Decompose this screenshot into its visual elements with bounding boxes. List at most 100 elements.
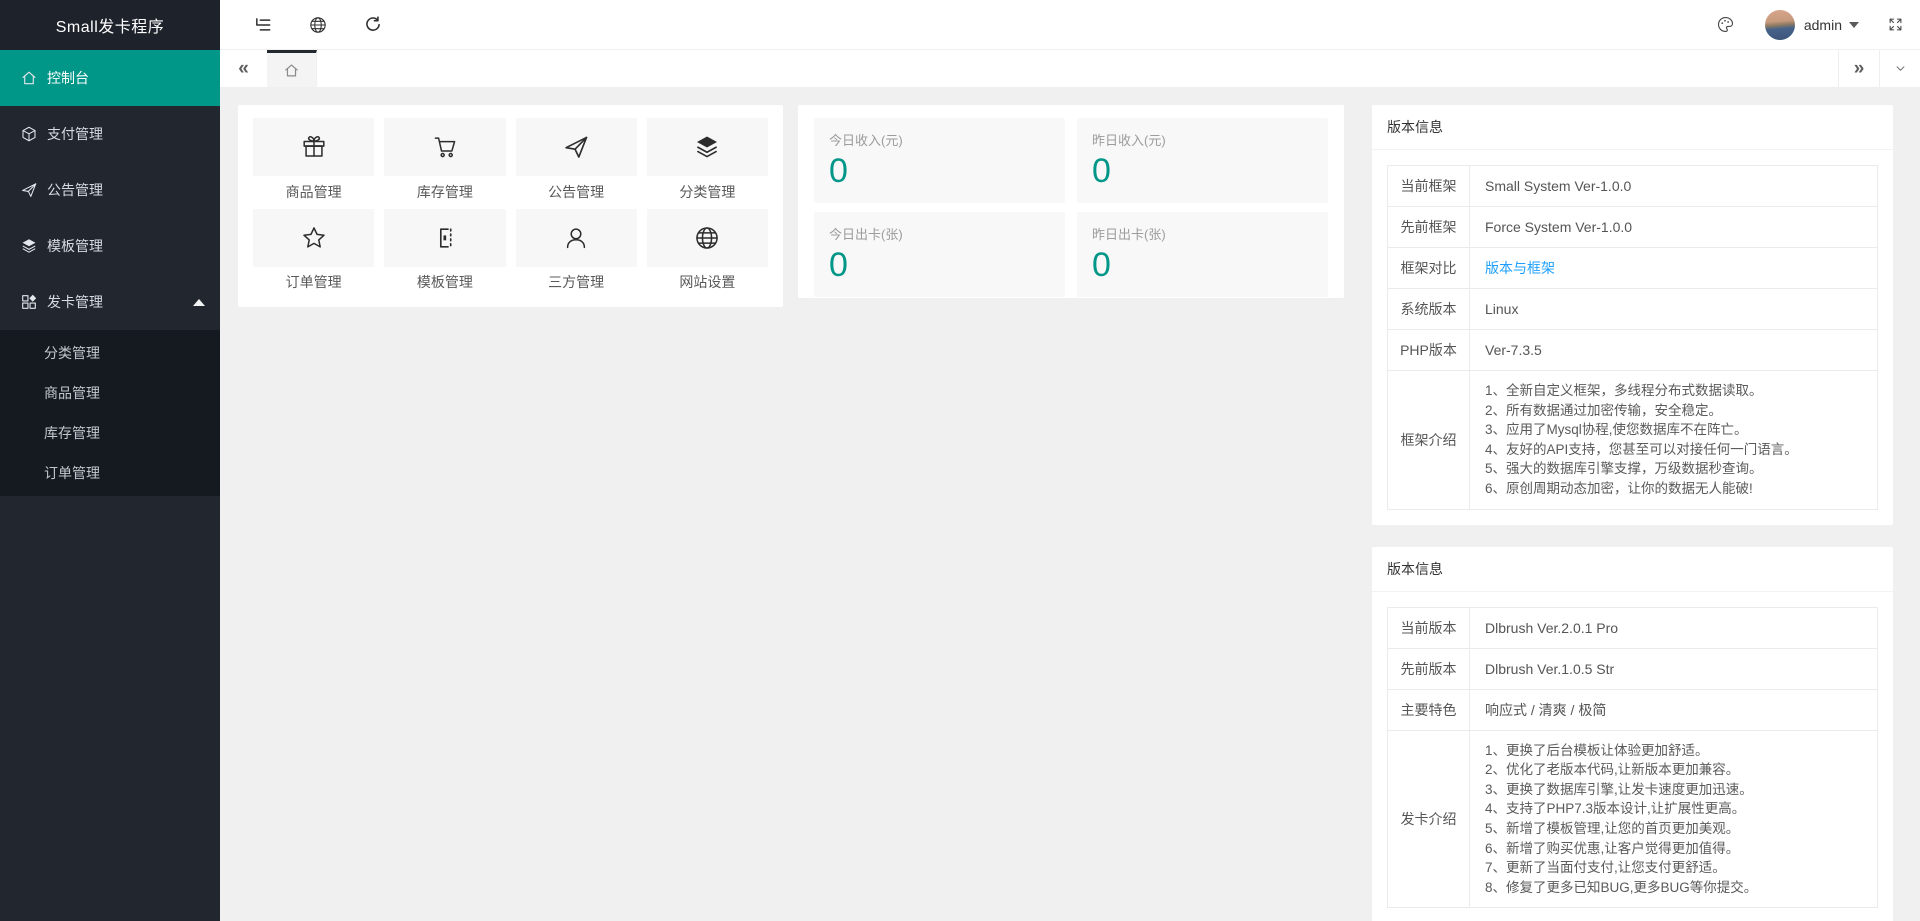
sidebar-subitem-inventory[interactable]: 库存管理 bbox=[0, 413, 220, 453]
gift-icon bbox=[300, 133, 328, 161]
intro-line: 8、修复了更多已知BUG,更多BUG等你提交。 bbox=[1485, 878, 1862, 898]
panel-body: 当前框架Small System Ver-1.0.0先前框架Force Syst… bbox=[1372, 150, 1893, 525]
table-row: 先前版本Dlbrush Ver.1.0.5 Str bbox=[1388, 648, 1878, 689]
row-value: 1、全新自定义框架，多线程分布式数据读取。2、所有数据通过加密传输，安全稳定。3… bbox=[1470, 371, 1878, 510]
shortcut-site-settings-button[interactable] bbox=[647, 209, 768, 267]
row-label: 框架介绍 bbox=[1388, 371, 1470, 510]
shortcut-product: 商品管理 bbox=[253, 118, 374, 209]
shortcut-third-party: 三方管理 bbox=[516, 209, 637, 300]
intro-line: 1、更换了后台模板让体验更加舒适。 bbox=[1485, 741, 1862, 761]
shortcut-third-party-button[interactable] bbox=[516, 209, 637, 267]
shortcut-label: 三方管理 bbox=[548, 267, 604, 298]
tab-options-chevron-icon[interactable] bbox=[1879, 50, 1920, 87]
sidebar-item-label: 支付管理 bbox=[47, 124, 103, 144]
row-label: 框架对比 bbox=[1388, 248, 1470, 289]
row-label: 先前版本 bbox=[1388, 648, 1470, 689]
shortcut-template-button[interactable] bbox=[384, 209, 505, 267]
intro-line: 5、强大的数据库引擎支撑，万级数据秒查询。 bbox=[1485, 459, 1862, 479]
sidebar-item-console[interactable]: 控制台 bbox=[0, 50, 220, 106]
theme-palette-icon[interactable] bbox=[1716, 15, 1735, 34]
scroll-tabs-right-icon[interactable]: » bbox=[1838, 50, 1879, 87]
row-label: 系统版本 bbox=[1388, 289, 1470, 330]
table-row: 当前版本Dlbrush Ver.2.0.1 Pro bbox=[1388, 607, 1878, 648]
table-row: 框架对比版本与框架 bbox=[1388, 248, 1878, 289]
collapse-menu-icon[interactable] bbox=[251, 13, 275, 37]
app-grid-icon bbox=[20, 293, 38, 311]
layers-icon bbox=[20, 237, 38, 255]
shortcuts-card: 商品管理 库存管理 公告管理 分类管理订单管理 模板管理 三方管理 网站设置 bbox=[238, 105, 783, 307]
sidebar-item-label: 公告管理 bbox=[47, 180, 103, 200]
sidebar-item-label: 模板管理 bbox=[47, 236, 103, 256]
main-column: admin « » 商品管理 库存管理 公告管理 分类管理订单管理 模板管理 三方管理 网站… bbox=[220, 0, 1920, 921]
table-row: 框架介绍1、全新自定义框架，多线程分布式数据读取。2、所有数据通过加密传输，安全… bbox=[1388, 371, 1878, 510]
shortcut-label: 订单管理 bbox=[286, 267, 342, 298]
sidebar: Small发卡程序 控制台支付管理公告管理模板管理发卡管理分类管理商品管理库存管… bbox=[0, 0, 220, 921]
version-table: 当前框架Small System Ver-1.0.0先前框架Force Syst… bbox=[1387, 165, 1878, 510]
home-icon bbox=[20, 69, 38, 87]
table-row: 先前框架Force System Ver-1.0.0 bbox=[1388, 207, 1878, 248]
sidebar-item-announcement[interactable]: 公告管理 bbox=[0, 162, 220, 218]
shortcut-announcement: 公告管理 bbox=[516, 118, 637, 209]
row-value: 响应式 / 清爽 / 极简 bbox=[1470, 689, 1878, 730]
row-value: Dlbrush Ver.2.0.1 Pro bbox=[1470, 607, 1878, 648]
shortcut-label: 库存管理 bbox=[417, 176, 473, 207]
cart-icon bbox=[431, 133, 459, 161]
stats-card: 今日收入(元)0昨日收入(元)0今日出卡(张)0昨日出卡(张)0 bbox=[798, 105, 1344, 298]
shortcut-order-button[interactable] bbox=[253, 209, 374, 267]
stat-value: 0 bbox=[1092, 152, 1313, 191]
shortcut-label: 商品管理 bbox=[286, 176, 342, 207]
version-panel-2: 版本信息当前版本Dlbrush Ver.2.0.1 Pro先前版本Dlbrush… bbox=[1372, 547, 1893, 921]
row-label: 主要特色 bbox=[1388, 689, 1470, 730]
row-label: 当前框架 bbox=[1388, 166, 1470, 207]
shortcut-inventory-button[interactable] bbox=[384, 118, 505, 176]
refresh-icon[interactable] bbox=[361, 13, 385, 37]
sidebar-item-template[interactable]: 模板管理 bbox=[0, 218, 220, 274]
shortcut-site-settings: 网站设置 bbox=[647, 209, 768, 300]
shortcut-label: 模板管理 bbox=[417, 267, 473, 298]
scroll-tabs-left-icon[interactable]: « bbox=[220, 50, 267, 87]
intro-line: 7、更新了当面付支付,让您支付更舒适。 bbox=[1485, 858, 1862, 878]
version-panel-1: 版本信息当前框架Small System Ver-1.0.0先前框架Force … bbox=[1372, 105, 1893, 525]
sidebar-item-payment[interactable]: 支付管理 bbox=[0, 106, 220, 162]
intro-line: 6、新增了购买优惠,让客户觉得更加值得。 bbox=[1485, 839, 1862, 859]
sidebar-subitem-product[interactable]: 商品管理 bbox=[0, 373, 220, 413]
stat-box: 昨日收入(元)0 bbox=[1077, 118, 1328, 203]
shortcut-category: 分类管理 bbox=[647, 118, 768, 209]
table-row: 系统版本Linux bbox=[1388, 289, 1878, 330]
stat-box: 今日收入(元)0 bbox=[814, 118, 1065, 203]
shortcut-label: 公告管理 bbox=[548, 176, 604, 207]
user-icon bbox=[562, 224, 590, 252]
shortcut-template: 模板管理 bbox=[384, 209, 505, 300]
version-compare-link[interactable]: 版本与框架 bbox=[1485, 260, 1555, 276]
sidebar-item-label: 发卡管理 bbox=[47, 292, 103, 312]
star-icon bbox=[300, 224, 328, 252]
intro-line: 3、更换了数据库引擎,让发卡速度更加迅速。 bbox=[1485, 780, 1862, 800]
stat-value: 0 bbox=[1092, 246, 1313, 285]
sidebar-subitem-order[interactable]: 订单管理 bbox=[0, 453, 220, 493]
tabbar-right: » bbox=[1838, 50, 1920, 87]
sidebar-item-card-issuing[interactable]: 发卡管理 bbox=[0, 274, 220, 330]
table-row: 主要特色响应式 / 清爽 / 极简 bbox=[1388, 689, 1878, 730]
chevron-down-icon[interactable] bbox=[1849, 22, 1859, 28]
panel-title: 版本信息 bbox=[1372, 105, 1893, 150]
shortcut-inventory: 库存管理 bbox=[384, 118, 505, 209]
row-value: Dlbrush Ver.1.0.5 Str bbox=[1470, 648, 1878, 689]
stat-label: 今日收入(元) bbox=[829, 130, 1050, 149]
row-value: Force System Ver-1.0.0 bbox=[1470, 207, 1878, 248]
stat-value: 0 bbox=[829, 246, 1050, 285]
stat-label: 今日出卡(张) bbox=[829, 224, 1050, 243]
table-row: 当前框架Small System Ver-1.0.0 bbox=[1388, 166, 1878, 207]
sidebar-subitem-category[interactable]: 分类管理 bbox=[0, 333, 220, 373]
shortcut-label: 分类管理 bbox=[679, 176, 735, 207]
username[interactable]: admin bbox=[1804, 17, 1842, 33]
globe-icon[interactable] bbox=[306, 13, 330, 37]
fullscreen-icon[interactable] bbox=[1887, 16, 1904, 33]
shortcut-product-button[interactable] bbox=[253, 118, 374, 176]
stat-label: 昨日出卡(张) bbox=[1092, 224, 1313, 243]
shortcut-announcement-button[interactable] bbox=[516, 118, 637, 176]
avatar[interactable] bbox=[1765, 10, 1795, 40]
shortcut-category-button[interactable] bbox=[647, 118, 768, 176]
tab-home[interactable] bbox=[267, 50, 317, 87]
cube-icon bbox=[20, 125, 38, 143]
shortcut-order: 订单管理 bbox=[253, 209, 374, 300]
